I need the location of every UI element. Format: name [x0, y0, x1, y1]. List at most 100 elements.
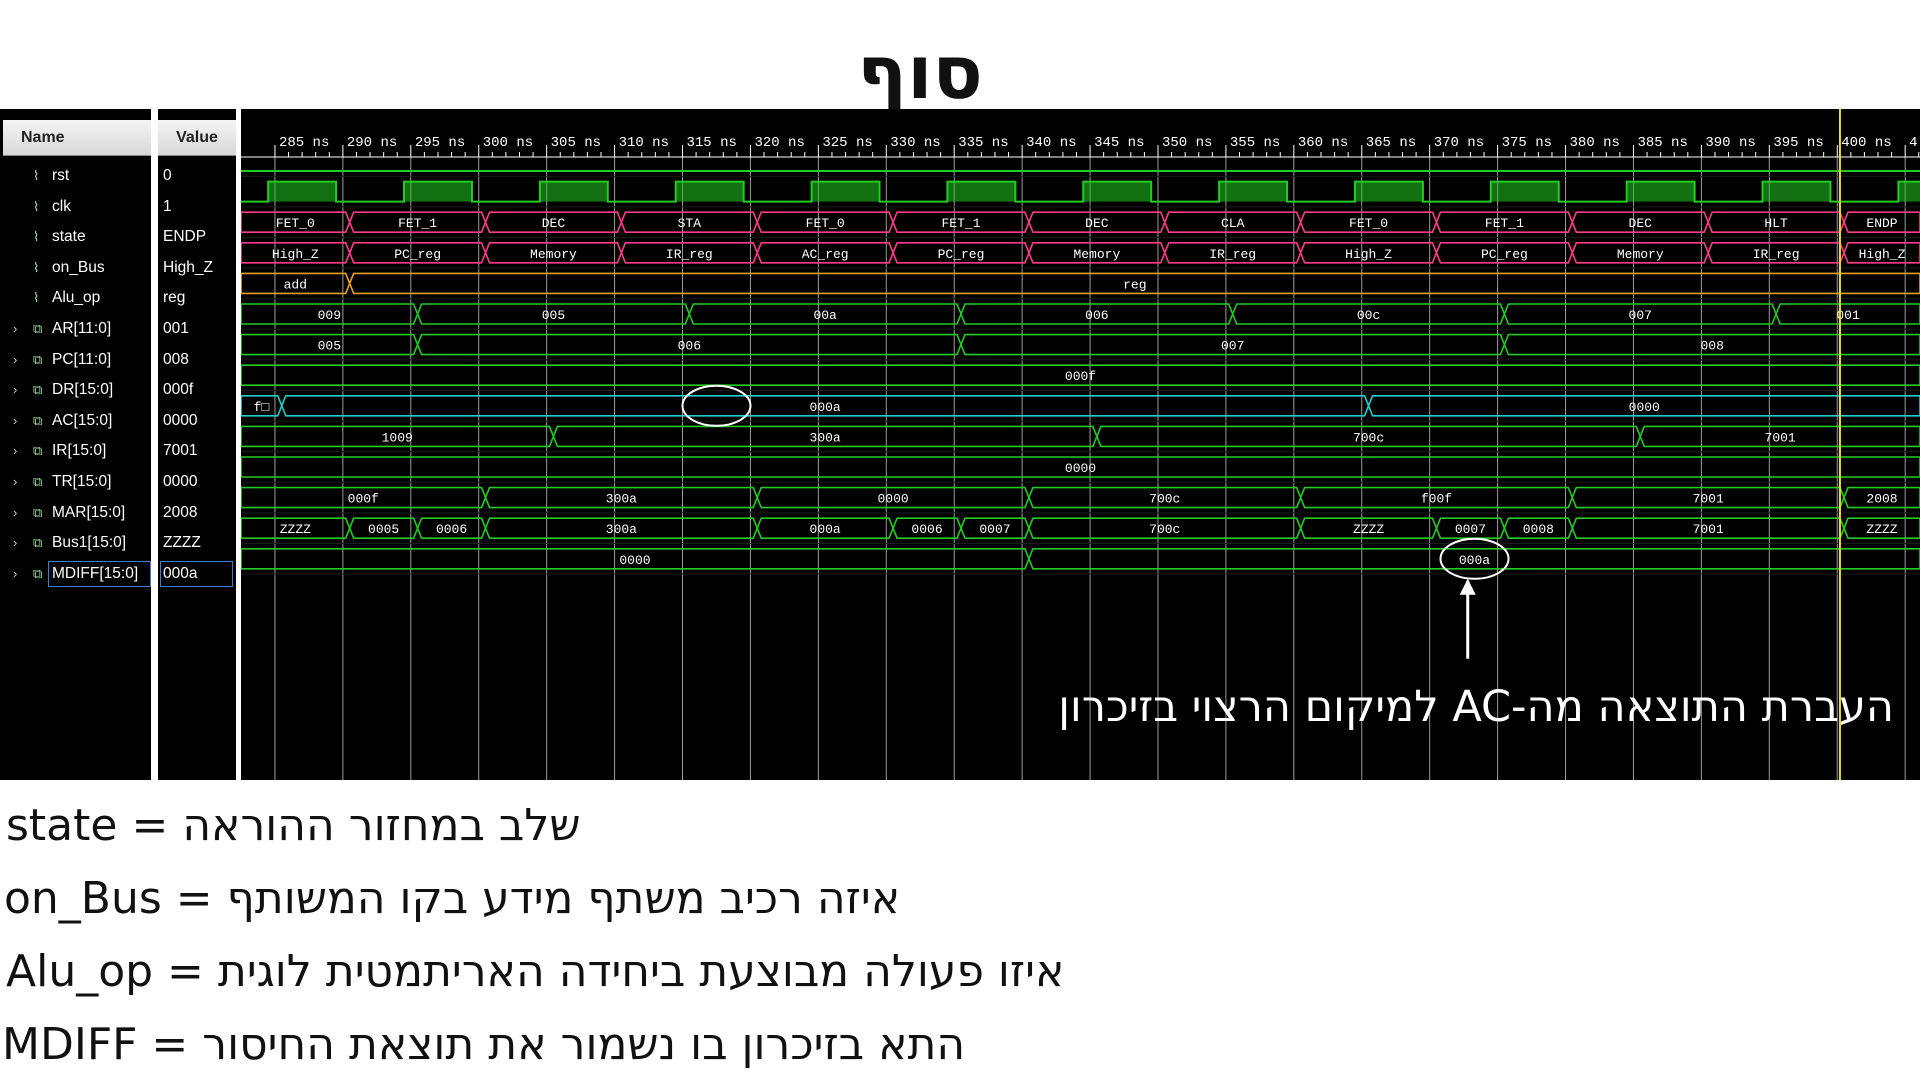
signal-row[interactable]: ⌇ Alu_op [3, 283, 151, 313]
time-tick-label: 325 ns [822, 135, 872, 151]
signal-name: Alu_op [52, 289, 101, 307]
expand-chevron-icon[interactable]: › [13, 498, 17, 528]
signal-value: 7001 [163, 442, 198, 460]
signal-name: IR[15:0] [52, 442, 107, 460]
bus-value-label: PC_reg [1481, 247, 1528, 262]
bus-value-label: 0007 [1455, 522, 1486, 537]
bus-value-label: HLT [1764, 216, 1788, 231]
clock-high-phase [404, 181, 472, 202]
bus-value-label: ENDP [1866, 216, 1897, 231]
signal-name: on_Bus [52, 258, 105, 276]
signal-name: clk [52, 197, 71, 215]
time-tick-label: 295 ns [415, 135, 465, 151]
signal-name: TR[15:0] [52, 473, 112, 490]
bus-value-label: IR_reg [1209, 247, 1256, 262]
value-column-header[interactable]: Value [158, 120, 236, 156]
signal-row[interactable]: ⌇ state [3, 222, 151, 252]
time-tick-label: 340 ns [1026, 135, 1076, 151]
bus-signal-icon: ⧉ [33, 321, 43, 336]
signal-value: ENDP [163, 228, 207, 246]
time-tick-label: 350 ns [1162, 135, 1212, 151]
time-tick-label: 310 ns [619, 135, 669, 151]
signal-row[interactable]: › ⧉ TR[15:0] [3, 467, 151, 497]
bus-value-label: 0008 [1523, 522, 1554, 537]
selection-outline [48, 560, 151, 587]
bus-signal-icon: ⧉ [33, 382, 43, 398]
bus-value-label: 005 [318, 339, 341, 354]
selection-outline [160, 560, 233, 587]
signal-row[interactable]: › ⧉ PC[11:0] [3, 345, 151, 375]
pane-divider[interactable] [151, 109, 158, 780]
signal-row[interactable]: ⌇ rst [3, 161, 151, 191]
bus-value-label: 000f [1065, 369, 1096, 384]
bus-value-label: IR_reg [1753, 247, 1800, 262]
signal-row[interactable]: › ⧉ MAR[15:0] [3, 498, 151, 528]
clock-high-phase [811, 181, 880, 202]
clock-high-phase [268, 181, 337, 202]
signal-value: 0000 [163, 411, 198, 429]
bus-value-label: 300a [606, 492, 637, 507]
bus-value-label: 700c [1353, 430, 1384, 445]
signal-row[interactable]: › ⧉ DR[15:0] [3, 375, 151, 405]
waveform-canvas[interactable]: 285 ns 290 ns 295 ns 300 ns 305 ns 310 ns 315 … [241, 109, 1920, 780]
bus-value-label: FET_0 [276, 216, 315, 231]
clock-high-phase [1219, 181, 1288, 202]
signal-value: 1 [163, 197, 172, 215]
bus-value-label: 006 [678, 339, 701, 354]
signal-value: High_Z [163, 258, 213, 276]
name-column-header[interactable]: Name [3, 120, 151, 156]
signal-row[interactable]: ⌇ clk [3, 192, 151, 222]
bus-value-label: 0000 [1629, 400, 1660, 415]
expand-chevron-icon[interactable]: › [13, 467, 17, 497]
expand-chevron-icon[interactable]: › [13, 345, 17, 375]
bus-value-label: DEC [542, 216, 566, 231]
legend-line-on-bus: on_Bus = איזה רכיב משתף מידע בקו המשותף [4, 873, 901, 924]
bus-value-label: 7001 [1765, 430, 1796, 445]
time-tick-label: 360 ns [1298, 135, 1348, 151]
time-tick-label: 335 ns [958, 135, 1008, 151]
bus-signal-icon: ⧉ [33, 443, 43, 459]
signal-row[interactable]: › ⧉ AR[11:0] [3, 314, 151, 344]
bus-signal-icon: ⧉ [33, 565, 43, 581]
clock-high-phase [1762, 181, 1831, 202]
bus-value-label: 009 [318, 308, 341, 323]
expand-chevron-icon[interactable]: › [13, 375, 17, 405]
clock-high-phase [1898, 181, 1920, 202]
clock-high-phase [1490, 181, 1559, 202]
signal-value: reg [163, 289, 186, 307]
signal-row[interactable]: › ⧉ AC[15:0] [3, 406, 151, 436]
bus-value-label: 000a [810, 522, 841, 537]
bus-value-label: Memory [1617, 247, 1664, 262]
bus-value-label: 00c [1357, 308, 1380, 323]
bus-value-label: High_Z [1345, 247, 1392, 262]
time-tick-label: 4 [1909, 135, 1917, 151]
clock-high-phase [947, 181, 1016, 202]
signal-value: 2008 [163, 503, 198, 521]
bit-signal-icon: ⌇ [33, 229, 40, 245]
bus-value-label: PC_reg [938, 247, 985, 262]
signal-row[interactable]: ⌇ on_Bus [3, 253, 151, 283]
time-tick-label: 315 ns [687, 135, 737, 151]
expand-chevron-icon[interactable]: › [13, 406, 17, 436]
expand-chevron-icon[interactable]: › [13, 528, 17, 558]
bus-value-label: FET_1 [941, 216, 980, 231]
bus-value-label: PC_reg [394, 247, 441, 262]
clock-high-phase [1626, 181, 1695, 202]
signal-name: rst [52, 167, 70, 184]
signal-row[interactable]: › ⧉ Bus1[15:0] [3, 528, 151, 558]
bus-value-label: 005 [542, 308, 565, 323]
bus-value-label: 007 [1221, 339, 1244, 354]
expand-chevron-icon[interactable]: › [13, 314, 17, 344]
expand-chevron-icon[interactable]: › [13, 436, 17, 466]
bus-value-label: Memory [1073, 247, 1120, 262]
bus-value-label: 008 [1700, 339, 1723, 354]
expand-chevron-icon[interactable]: › [13, 559, 17, 589]
clock-high-phase [1083, 181, 1152, 202]
bus-signal-icon: ⧉ [33, 535, 43, 551]
signal-value: 0000 [163, 473, 198, 490]
bus-value-label: 300a [606, 522, 637, 537]
signal-value: 000f [163, 381, 194, 399]
bus-value-label: add [284, 277, 307, 292]
bus-value-label: 0000 [619, 553, 650, 568]
signal-row[interactable]: › ⧉ IR[15:0] [3, 436, 151, 466]
